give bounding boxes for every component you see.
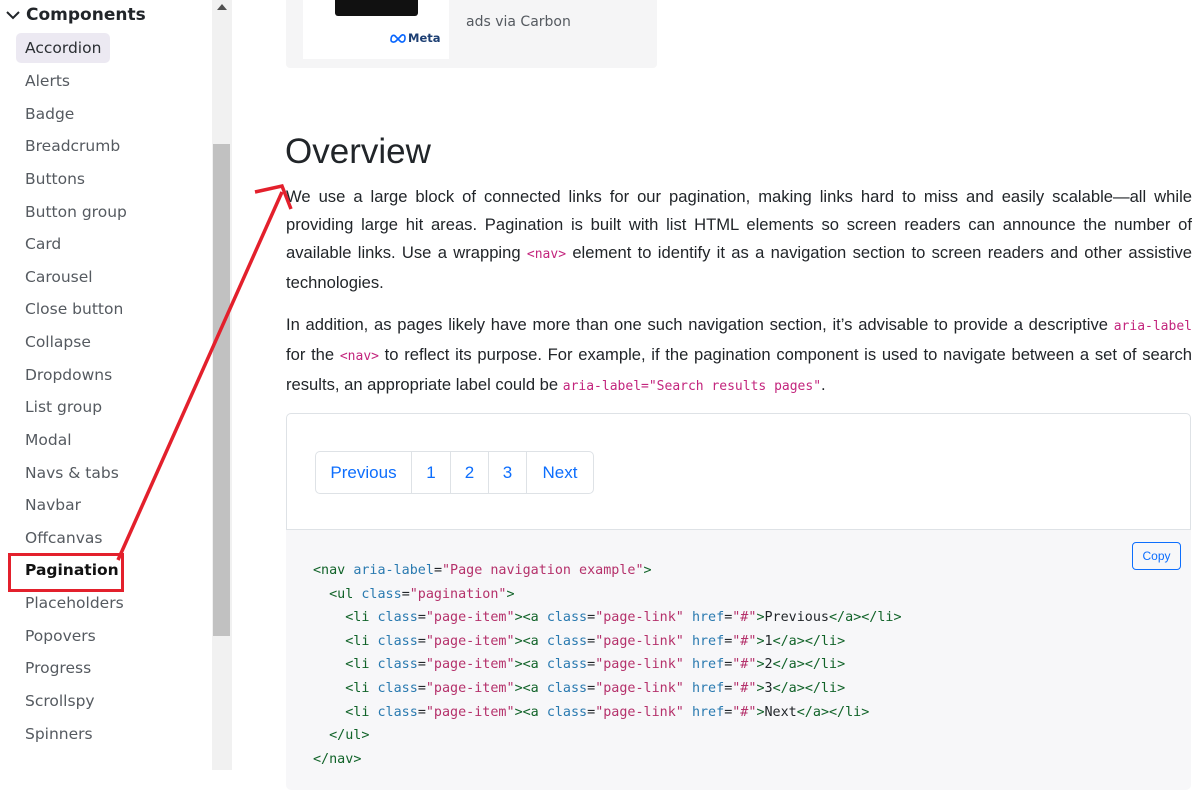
- code-line: <nav aria-label="Page navigation example…: [313, 563, 652, 578]
- sidebar-item-close-button[interactable]: Close button: [16, 294, 132, 324]
- sidebar-item-accordion[interactable]: Accordion: [16, 33, 111, 63]
- code-text: <nav aria-label="Page navigation example…: [313, 559, 902, 771]
- sidebar-item-carousel[interactable]: Carousel: [16, 262, 102, 292]
- copy-button[interactable]: Copy: [1132, 542, 1181, 570]
- ad-banner-graphic: [335, 0, 418, 16]
- sidebar-nav: Components Accordion Alerts Badge Breadc…: [0, 0, 212, 770]
- inline-code-aria-label: aria-label: [1113, 319, 1192, 334]
- sidebar-item-button-group[interactable]: Button group: [16, 197, 136, 227]
- page-link-next[interactable]: Next: [527, 452, 593, 493]
- scrollbar-thumb[interactable]: [213, 144, 230, 636]
- scroll-up-arrow-icon[interactable]: [217, 4, 227, 10]
- inline-code-aria-label-example: aria-label="Search results pages": [562, 379, 822, 394]
- code-line: <li class="page-item"><a class="page-lin…: [345, 610, 902, 626]
- sidebar-item-collapse[interactable]: Collapse: [16, 327, 100, 357]
- code-line: <li class="page-item"><a class="page-lin…: [345, 704, 870, 720]
- code-line: <li class="page-item"><a class="page-lin…: [345, 657, 846, 673]
- sidebar-item-card[interactable]: Card: [16, 229, 70, 259]
- code-line: <li class="page-item"><a class="page-lin…: [345, 633, 846, 649]
- meta-infinity-icon: [390, 34, 406, 43]
- overview-paragraph-2: In addition, as pages likely have more t…: [286, 311, 1192, 401]
- sidebar-item-buttons[interactable]: Buttons: [16, 164, 94, 194]
- code-snippet: Copy <nav aria-label="Page navigation ex…: [286, 530, 1191, 790]
- page-heading-overview: Overview: [285, 132, 431, 171]
- code-line: <li class="page-item"><a class="page-lin…: [345, 680, 846, 696]
- text-run: In addition, as pages likely have more t…: [286, 315, 1114, 334]
- sidebar-item-navbar[interactable]: Navbar: [16, 490, 90, 520]
- sidebar-item-list-group[interactable]: List group: [16, 392, 111, 422]
- page-link-1[interactable]: 1: [412, 452, 451, 493]
- sidebar-item-breadcrumb[interactable]: Breadcrumb: [16, 131, 129, 161]
- page-link-previous[interactable]: Previous: [316, 452, 412, 493]
- pagination-example: Previous 1 2 3 Next: [286, 413, 1191, 530]
- text-run: for the: [286, 345, 340, 364]
- page-link-3[interactable]: 3: [489, 452, 527, 493]
- sidebar-item-alerts[interactable]: Alerts: [16, 66, 79, 96]
- components-section-toggle[interactable]: Components: [5, 2, 146, 28]
- code-line: </nav>: [313, 751, 362, 767]
- sidebar-item-popovers[interactable]: Popovers: [16, 621, 105, 651]
- chevron-down-icon: [5, 7, 21, 23]
- overview-paragraph-1: We use a large block of connected links …: [286, 183, 1192, 297]
- sidebar-item-dropdowns[interactable]: Dropdowns: [16, 360, 121, 390]
- inline-code-nav: <nav>: [526, 247, 567, 262]
- carbon-ad[interactable]: Meta ads via Carbon: [286, 0, 657, 68]
- section-title: Components: [26, 5, 146, 25]
- sidebar-item-placeholders[interactable]: Placeholders: [16, 588, 133, 618]
- meta-logo-text: Meta: [408, 31, 441, 45]
- pagination: Previous 1 2 3 Next: [315, 451, 594, 494]
- sidebar-item-scrollspy[interactable]: Scrollspy: [16, 686, 104, 716]
- inline-code-nav: <nav>: [339, 349, 379, 364]
- annotation-highlight-box: [8, 553, 124, 592]
- sidebar-item-progress[interactable]: Progress: [16, 653, 100, 683]
- sidebar-item-spinners[interactable]: Spinners: [16, 719, 102, 749]
- ad-caption[interactable]: ads via Carbon: [466, 14, 571, 30]
- sidebar-item-badge[interactable]: Badge: [16, 99, 83, 129]
- code-line: <ul class="pagination">: [329, 586, 515, 602]
- sidebar-item-navs-tabs[interactable]: Navs & tabs: [16, 458, 128, 488]
- sidebar-item-offcanvas[interactable]: Offcanvas: [16, 523, 111, 553]
- meta-logo: Meta: [390, 31, 441, 45]
- sidebar-scrollbar[interactable]: [212, 0, 232, 770]
- text-run: .: [821, 375, 826, 394]
- code-line: </ul>: [329, 728, 370, 744]
- sidebar-item-modal[interactable]: Modal: [16, 425, 81, 455]
- ad-image[interactable]: Meta: [303, 0, 449, 59]
- page-link-2[interactable]: 2: [451, 452, 489, 493]
